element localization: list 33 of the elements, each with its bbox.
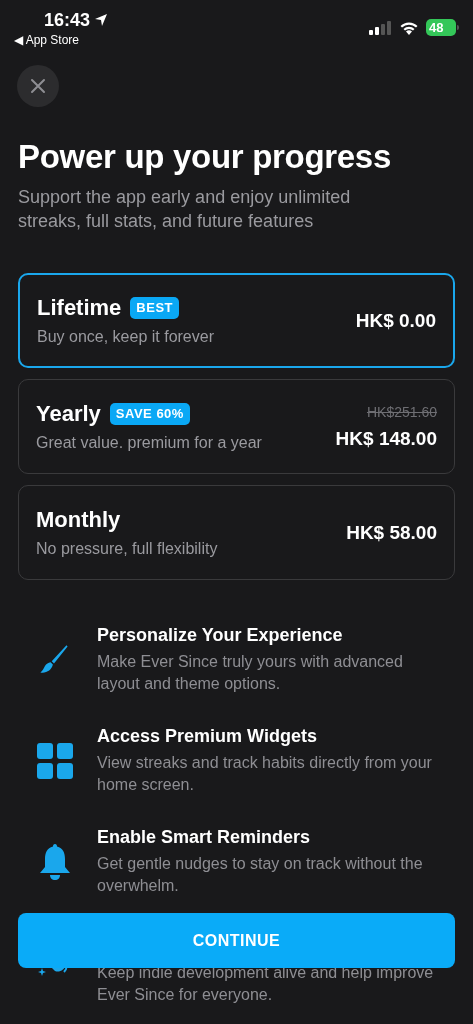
wifi-icon: [399, 20, 419, 35]
bell-icon: [37, 843, 73, 881]
plan-card[interactable]: Lifetime BEST Buy once, keep it forever HK$ 0.00: [18, 273, 455, 368]
plan-price: HK$ 148.00: [335, 426, 437, 451]
plan-description: No pressure, full flexibility: [36, 538, 218, 559]
plan-name: Lifetime: [37, 294, 122, 321]
location-arrow-icon: [94, 13, 109, 27]
original-price: HK$251.60: [366, 402, 437, 421]
plan-name: Monthly: [36, 506, 121, 533]
close-button[interactable]: [17, 65, 59, 107]
feature-title: Access Premium Widgets: [97, 725, 318, 747]
close-icon: [30, 78, 46, 94]
feature-description: Make Ever Since truly yours with advanced layout and theme options.: [97, 652, 404, 694]
page-title: Power up your progress: [17, 137, 392, 177]
feature-description: View streaks and track habits directly from your home screen.: [97, 753, 433, 795]
plan-card[interactable]: Yearly SAVE 60% Great value. premium for a year HK$251.60 HK$ 148.00: [18, 379, 455, 474]
grid-icon: [37, 743, 73, 779]
plan-description: Great value. premium for a year: [36, 432, 262, 453]
plan-card[interactable]: Monthly No pressure, full flexibility HK$ 58.00: [18, 485, 455, 580]
plan-description: Buy once, keep it forever: [37, 326, 214, 347]
plan-tag: BEST: [130, 296, 180, 319]
plan-tag: SAVE 60%: [109, 402, 190, 425]
feature-description: Get gentle nudges to stay on track without the overwhelm.: [97, 854, 424, 896]
subtitle: Support the app early and enjoy unlimited streaks, full stats, and future features: [17, 186, 352, 233]
signal-icon: [368, 20, 392, 35]
plan-name: Yearly: [36, 400, 101, 427]
plan-price: HK$ 0.00: [355, 308, 436, 333]
feature-title: Enable Smart Reminders: [97, 826, 312, 848]
back-link[interactable]: ◀ App Store: [14, 32, 80, 48]
plan-price: HK$ 58.00: [346, 520, 437, 545]
feature-title: Personalize Your Experience: [97, 624, 344, 646]
battery-icon: 48: [426, 19, 459, 36]
status-time: 16:43: [44, 10, 91, 30]
